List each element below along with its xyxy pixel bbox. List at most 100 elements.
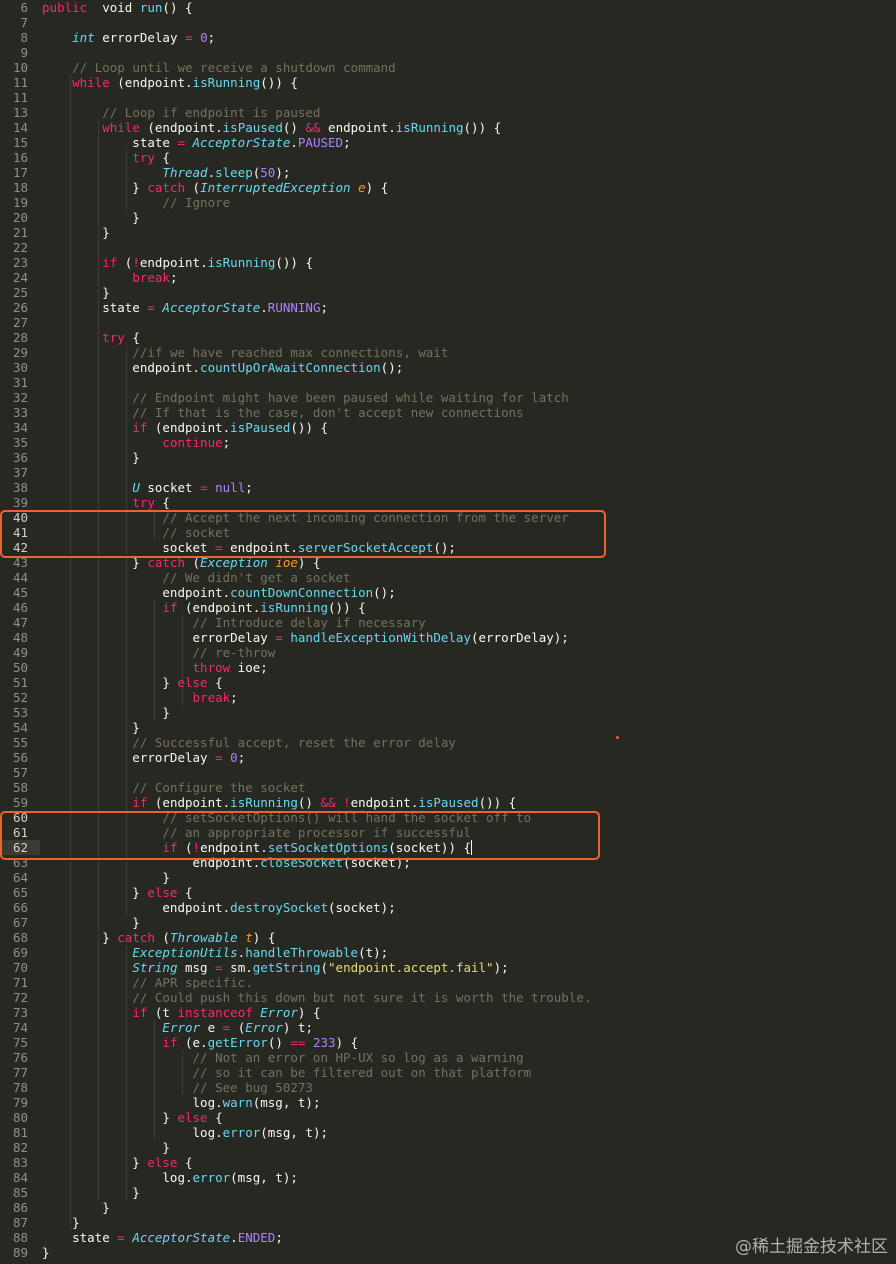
code-line[interactable]: 13 // Loop if endpoint is paused [0,105,896,120]
code-token: Thread [162,165,208,180]
code-line[interactable]: 35 continue; [0,435,896,450]
code-text: while (endpoint.isPaused() && endpoint.i… [42,120,501,135]
code-line[interactable]: 53 } [0,705,896,720]
code-line[interactable]: 31 [0,375,896,390]
code-line[interactable]: 24 break; [0,270,896,285]
code-line[interactable]: 21 } [0,225,896,240]
code-line[interactable]: 36 } [0,450,896,465]
code-line[interactable]: 46 if (endpoint.isRunning()) { [0,600,896,615]
code-line[interactable]: 73 if (t instanceof Error) { [0,1005,896,1020]
code-line[interactable]: 59 if (endpoint.isRunning() && !endpoint… [0,795,896,810]
code-token: ( [320,960,329,975]
code-line[interactable]: 7 [0,15,896,30]
code-line[interactable]: 66 endpoint.destroySocket(socket); [0,900,896,915]
code-token: (endpoint. [139,120,223,135]
code-line[interactable]: 84 log.error(msg, t); [0,1170,896,1185]
code-line[interactable]: 29 //if we have reached max connections,… [0,345,896,360]
code-line[interactable]: 87 } [0,1215,896,1230]
code-line[interactable]: 69 ExceptionUtils.handleThrowable(t); [0,945,896,960]
code-line[interactable]: 11 [0,90,896,105]
line-number: 87 [12,1215,28,1230]
code-line[interactable]: 76 // Not an error on HP-UX so log as a … [0,1050,896,1065]
code-token: ; [207,30,216,45]
line-number: 8 [20,30,28,45]
line-number: 10 [12,60,28,75]
code-line[interactable]: 26 state = AcceptorState.RUNNING; [0,300,896,315]
code-line[interactable]: 67 } [0,915,896,930]
code-line[interactable]: 51 } else { [0,675,896,690]
code-line[interactable]: 44 // We didn't get a socket [0,570,896,585]
code-line[interactable]: 25 } [0,285,896,300]
code-line[interactable]: 15 state = AcceptorState.PAUSED; [0,135,896,150]
line-number: 21 [12,225,28,240]
code-line[interactable]: 30 endpoint.countUpOrAwaitConnection(); [0,360,896,375]
code-line[interactable]: 81 log.error(msg, t); [0,1125,896,1140]
code-line[interactable]: 56 errorDelay = 0; [0,750,896,765]
code-line[interactable]: 20 } [0,210,896,225]
code-line[interactable]: 34 if (endpoint.isPaused()) { [0,420,896,435]
code-text: // Ignore [42,195,230,210]
code-line[interactable]: 9 [0,45,896,60]
code-line[interactable]: 68 } catch (Throwable t) { [0,930,896,945]
code-line[interactable]: 18 } catch (InterruptedException e) { [0,180,896,195]
code-line[interactable]: 74 Error e = (Error) t; [0,1020,896,1035]
code-token: } [42,915,140,930]
code-line[interactable]: 16 try { [0,150,896,165]
code-token: e [358,180,366,195]
code-line[interactable]: 22 [0,240,896,255]
code-token: ()) { [478,795,517,810]
line-number: 82 [12,1140,28,1155]
code-token: ) { [365,180,389,195]
code-line[interactable]: 49 // re-throw [0,645,896,660]
code-line[interactable]: 86 } [0,1200,896,1215]
code-line[interactable]: 47 // Introduce delay if necessary [0,615,896,630]
code-line[interactable]: 70 String msg = sm.getString("endpoint.a… [0,960,896,975]
code-line[interactable]: 8 int errorDelay = 0; [0,30,896,45]
code-line[interactable]: 80 } else { [0,1110,896,1125]
code-line[interactable]: 11 while (endpoint.isRunning()) { [0,75,896,90]
code-line[interactable]: 23 if (!endpoint.isRunning()) { [0,255,896,270]
code-token: } [42,870,170,885]
code-line[interactable]: 55 // Successful accept, reset the error… [0,735,896,750]
code-line[interactable]: 14 while (endpoint.isPaused() && endpoin… [0,120,896,135]
code-line[interactable]: 65 } else { [0,885,896,900]
code-line[interactable]: 38 U socket = null; [0,480,896,495]
code-line[interactable]: 57 [0,765,896,780]
code-token: catch [147,180,185,195]
code-line[interactable]: 75 if (e.getError() == 233) { [0,1035,896,1050]
code-line[interactable]: 83 } else { [0,1155,896,1170]
code-line[interactable]: 78 // See bug 50273 [0,1080,896,1095]
code-line[interactable]: 77 // so it can be filtered out on that … [0,1065,896,1080]
code-line[interactable]: 72 // Could push this down but not sure … [0,990,896,1005]
code-line[interactable]: 10 // Loop until we receive a shutdown c… [0,60,896,75]
code-line[interactable]: 17 Thread.sleep(50); [0,165,896,180]
line-number: 72 [12,990,28,1005]
code-line[interactable]: 45 endpoint.countDownConnection(); [0,585,896,600]
code-line[interactable]: 19 // Ignore [0,195,896,210]
code-line[interactable]: 71 // APR specific. [0,975,896,990]
code-line[interactable]: 37 [0,465,896,480]
code-line[interactable]: 64 } [0,870,896,885]
code-line[interactable]: 82 } [0,1140,896,1155]
code-line[interactable]: 6 public void run() { [0,0,896,15]
code-token: state [42,135,178,150]
code-line[interactable]: 54 } [0,720,896,735]
code-line[interactable]: 85 } [0,1185,896,1200]
code-line[interactable]: 50 throw ioe; [0,660,896,675]
code-token: } [42,1140,170,1155]
code-line[interactable]: 33 // If that is the case, don't accept … [0,405,896,420]
code-line[interactable]: 58 // Configure the socket [0,780,896,795]
code-line[interactable]: 79 log.warn(msg, t); [0,1095,896,1110]
code-line[interactable]: 32 // Endpoint might have been paused wh… [0,390,896,405]
code-line[interactable]: 52 break; [0,690,896,705]
code-line[interactable]: 27 [0,315,896,330]
code-line[interactable]: 28 try { [0,330,896,345]
code-token: () [297,795,321,810]
code-token: ); [493,960,509,975]
watermark: @稀土掘金技术社区 [735,1237,888,1257]
code-line[interactable]: 48 errorDelay = handleExceptionWithDelay… [0,630,896,645]
code-line[interactable]: 39 try { [0,495,896,510]
